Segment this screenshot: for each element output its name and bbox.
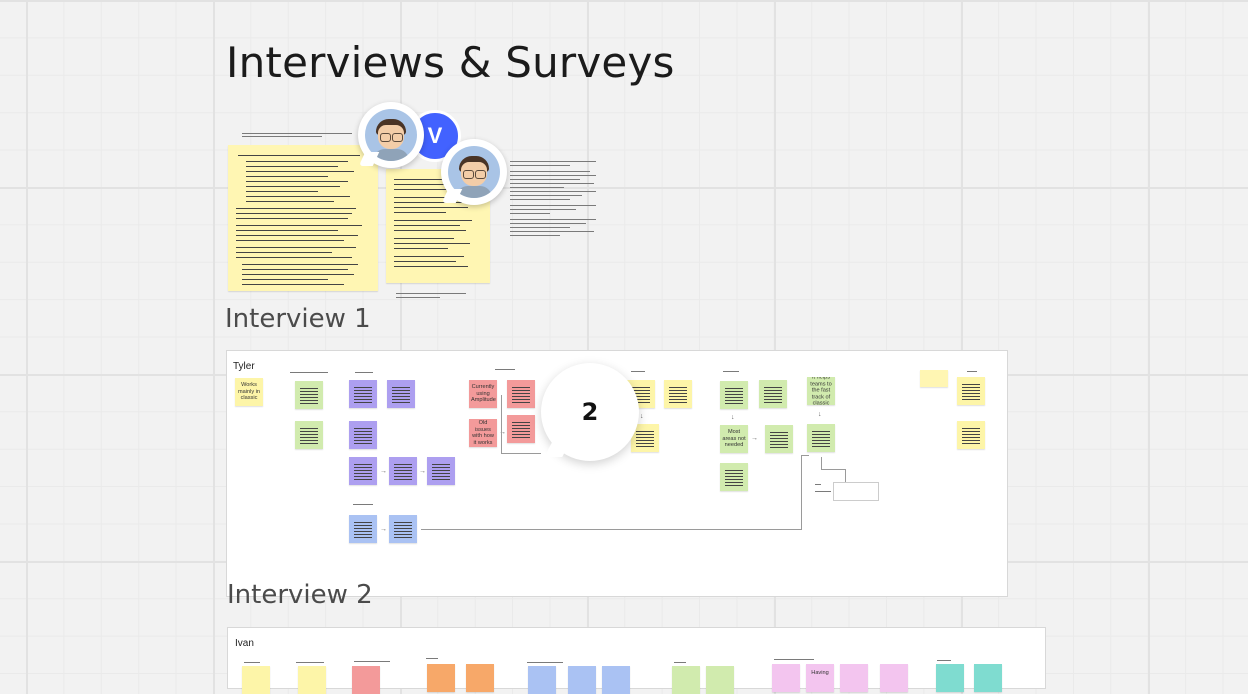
sticky-note[interactable] [242,666,270,694]
section-title-interview-1: Interview 1 [225,304,371,334]
sticky-note[interactable]: It helps teams to the fast track of clas… [807,377,835,405]
sticky-note[interactable] [672,666,700,694]
sticky-note[interactable] [957,377,985,405]
sticky-note[interactable] [957,421,985,449]
sticky-note[interactable] [507,415,535,443]
sticky-note[interactable] [507,380,535,408]
collaborator-cursor-bubble[interactable] [358,102,424,168]
sticky-note[interactable] [466,664,494,692]
frame-label: Tyler [233,361,255,372]
sticky-note[interactable] [807,424,835,452]
sticky-note[interactable] [387,380,415,408]
collaborator-count-badge[interactable]: 2 [541,363,639,461]
sticky-note[interactable] [528,666,556,694]
sticky-note[interactable] [228,145,378,291]
sticky-note[interactable] [920,370,948,387]
sticky-note[interactable] [772,664,800,692]
sticky-note[interactable] [759,380,787,408]
sticky-note[interactable] [602,666,630,694]
user-avatar-icon [365,109,417,161]
sticky-note[interactable] [720,381,748,409]
sticky-note[interactable] [349,421,377,449]
sticky-note[interactable] [974,664,1002,692]
interview-2-frame[interactable]: Ivan Having [227,627,1046,694]
sticky-note[interactable] [765,425,793,453]
sticky-note[interactable]: Most areas not needed [720,425,748,453]
sticky-note[interactable] [298,666,326,694]
collaborator-cursor-bubble[interactable] [441,139,507,205]
sticky-note[interactable] [349,515,377,543]
sticky-note[interactable] [720,463,748,491]
sticky-note[interactable] [349,457,377,485]
sticky-note[interactable]: Having [806,664,834,692]
sticky-note[interactable] [427,457,455,485]
sticky-note[interactable] [349,380,377,408]
sticky-note[interactable] [936,664,964,692]
sticky-note[interactable] [568,666,596,694]
user-avatar-icon [448,146,500,198]
sticky-note[interactable] [295,381,323,409]
embedded-card[interactable] [833,482,879,501]
sticky-note[interactable] [664,380,692,408]
section-title-interview-2: Interview 2 [227,580,373,610]
sticky-note[interactable] [295,421,323,449]
sticky-note[interactable] [706,666,734,694]
sticky-note[interactable] [427,664,455,692]
page-title: Interviews & Surveys [226,38,675,87]
sticky-note[interactable] [389,457,417,485]
sticky-note[interactable]: Works mainly in classic [235,378,263,406]
sticky-note[interactable] [840,664,868,692]
sticky-note[interactable] [389,515,417,543]
sticky-note[interactable]: Old issues with how it works [469,419,497,447]
frame-label: Ivan [235,638,254,649]
sticky-note[interactable]: Currently using Amplitude [469,380,497,408]
sticky-note[interactable] [880,664,908,692]
sticky-note[interactable] [352,666,380,694]
